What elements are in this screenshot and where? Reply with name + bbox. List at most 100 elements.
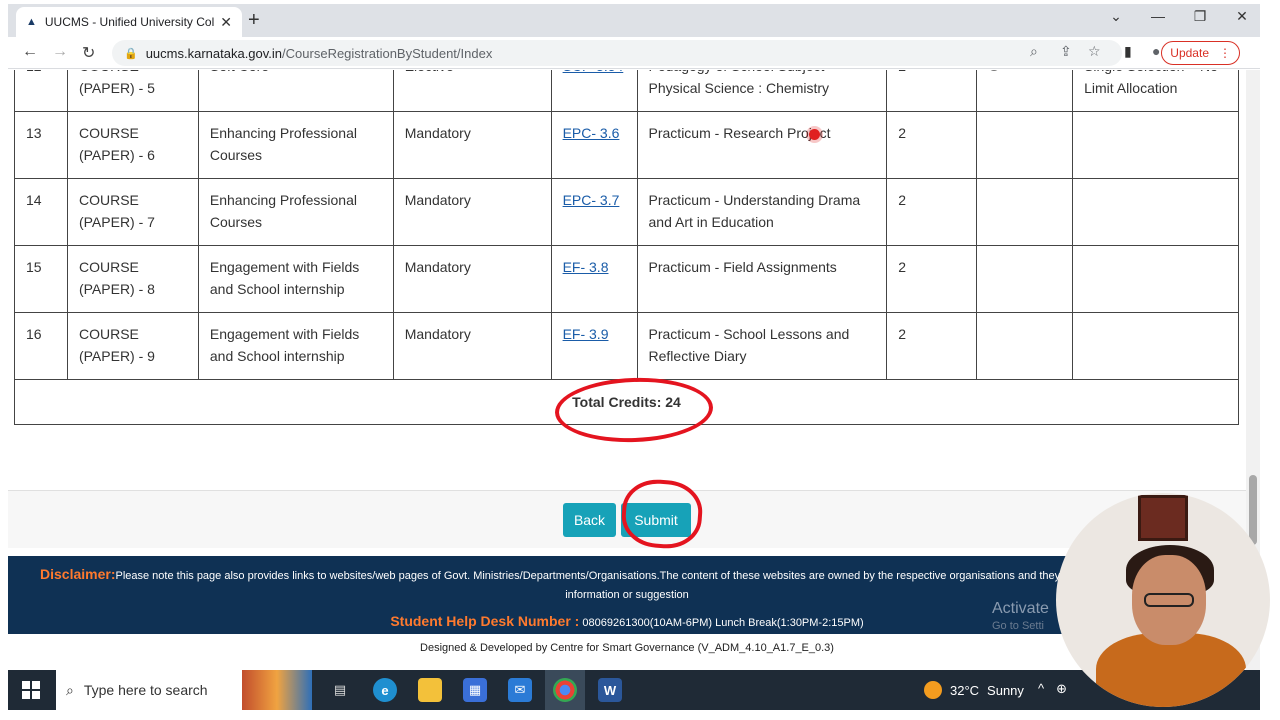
- word-icon[interactable]: W: [598, 678, 622, 702]
- bookmark-star-icon[interactable]: ☆: [1088, 43, 1101, 60]
- course-code-link[interactable]: EF- 3.8: [563, 259, 609, 275]
- browser-tab[interactable]: ▲ UUCMS - Unified University Colle ✕: [16, 7, 242, 37]
- row-credits: 2: [886, 70, 978, 112]
- tray-chevron-icon[interactable]: ^: [1038, 681, 1044, 697]
- task-view-icon[interactable]: ▤: [328, 678, 352, 702]
- footer-credit: Designed & Developed by Centre for Smart…: [420, 642, 834, 654]
- course-code-link[interactable]: EPC- 3.7: [563, 192, 620, 208]
- row-select: [976, 178, 1074, 246]
- row-course-title: Practicum - Research Project: [636, 111, 888, 179]
- course-row: 16 COURSE (PAPER) - 9 Engagement with Fiel…: [14, 312, 1239, 380]
- row-select: [976, 312, 1074, 380]
- helpdesk-label: Student Help Desk Number :: [390, 613, 580, 629]
- row-course-paper: COURSE (PAPER) - 5: [66, 70, 199, 112]
- sun-icon: [924, 681, 942, 699]
- row-category: Elective: [392, 70, 552, 112]
- row-course-type: Engagement with Fields and School intern…: [197, 312, 394, 380]
- row-course-title: Practicum - Understanding Drama and Art …: [636, 178, 888, 246]
- row-course-code: EPC- 3.7: [550, 178, 638, 246]
- file-explorer-icon[interactable]: [418, 678, 442, 702]
- kebab-menu-icon[interactable]: ⋮: [1219, 46, 1231, 60]
- windows-taskbar: ⌕ Type here to search ▤ e ▦ ✉ W 32°C Sun…: [8, 670, 1260, 710]
- row-remark: [1072, 178, 1239, 246]
- course-table: 12COURSE (PAPER) - 5Soft CoreElective SCP…: [14, 70, 1239, 425]
- helpdesk-value: 08069261300(10AM-6PM) Lunch Break(1:30PM…: [582, 617, 864, 629]
- row-category: Mandatory: [392, 245, 552, 313]
- update-button[interactable]: Update ⋮: [1161, 41, 1240, 65]
- row-category: Mandatory: [392, 178, 552, 246]
- row-course-code: EF- 3.8: [550, 245, 638, 313]
- lock-icon: 🔒: [124, 47, 138, 60]
- url-field[interactable]: 🔒 uucms.karnataka.gov.in/CourseRegistrat…: [112, 40, 1122, 66]
- side-panel-icon[interactable]: ▮: [1124, 43, 1132, 60]
- cursor-pointer-dot: [809, 129, 820, 140]
- row-serial: 16: [14, 312, 68, 380]
- row-course-title: Practicum - Field Assignments: [636, 245, 888, 313]
- row-credits: 2: [886, 245, 978, 313]
- update-label: Update: [1170, 46, 1209, 60]
- row-course-type: Soft Core: [197, 70, 394, 112]
- row-category: Mandatory: [392, 312, 552, 380]
- course-code-link[interactable]: EPC- 3.6: [563, 125, 620, 141]
- back-arrow-icon[interactable]: ←: [22, 43, 38, 61]
- wall-picture-frame: [1138, 495, 1188, 541]
- row-course-code: EPC- 3.6: [550, 111, 638, 179]
- windows-start-icon[interactable]: [22, 681, 40, 699]
- reload-icon[interactable]: ↻: [82, 43, 95, 63]
- scrollbar-thumb[interactable]: [1249, 475, 1257, 545]
- row-course-title: Pedagogy of School Subject - Physical Sc…: [636, 70, 888, 112]
- disclaimer-line: Disclaimer:Please note this page also pr…: [40, 566, 1072, 582]
- minimize-icon[interactable]: —: [1150, 8, 1166, 25]
- microsoft-store-icon[interactable]: ▦: [463, 678, 487, 702]
- tab-search-icon[interactable]: ⌄: [1108, 8, 1124, 25]
- activate-windows-watermark: Activate: [992, 600, 1049, 617]
- taskbar-search-placeholder: Type here to search: [83, 682, 208, 698]
- select-radio[interactable]: [988, 70, 1001, 71]
- mail-icon[interactable]: ✉: [508, 678, 532, 702]
- row-category: Mandatory: [392, 111, 552, 179]
- forward-arrow-icon[interactable]: →: [52, 43, 68, 61]
- profile-icon[interactable]: ●: [1152, 43, 1160, 59]
- course-code-link[interactable]: EF- 3.9: [563, 326, 609, 342]
- taskbar-search-box[interactable]: ⌕ Type here to search: [56, 670, 312, 710]
- network-icon[interactable]: ⊕: [1056, 681, 1067, 697]
- row-course-title: Practicum - School Lessons and Reflectiv…: [636, 312, 888, 380]
- address-bar: ← → ↻ 🔒 uucms.karnataka.gov.in/CourseReg…: [8, 37, 1260, 69]
- disclaimer-label: Disclaimer:: [40, 566, 116, 582]
- close-tab-icon[interactable]: ✕: [220, 14, 232, 31]
- row-serial: 12: [14, 70, 68, 112]
- row-remark: [1072, 245, 1239, 313]
- restore-icon[interactable]: ❐: [1192, 8, 1208, 25]
- system-tray: ^ ⊕: [1038, 681, 1067, 697]
- row-course-code: SCP-3.54: [550, 70, 638, 112]
- course-row: 15 COURSE (PAPER) - 8 Engagement with Fiel…: [14, 245, 1239, 313]
- back-button[interactable]: Back: [563, 503, 616, 537]
- chrome-browser-icon[interactable]: [553, 678, 577, 702]
- new-tab-icon[interactable]: +: [248, 9, 260, 32]
- tab-title: UUCMS - Unified University Colle: [44, 15, 215, 29]
- course-code-link[interactable]: SCP-3.54: [563, 70, 624, 74]
- row-select: [976, 245, 1074, 313]
- zoom-search-icon[interactable]: ⌕: [1030, 43, 1038, 60]
- url-host: uucms.karnataka.gov.in: [145, 45, 283, 61]
- row-course-paper: COURSE (PAPER) - 9: [66, 312, 199, 380]
- search-icon: ⌕: [66, 681, 74, 698]
- webcam-overlay: [1056, 493, 1270, 707]
- row-course-code: EF- 3.9: [550, 312, 638, 380]
- row-course-paper: COURSE (PAPER) - 6: [66, 111, 199, 179]
- course-row: 12COURSE (PAPER) - 5Soft CoreElective SCP…: [14, 70, 1239, 112]
- row-serial: 13: [14, 111, 68, 179]
- edge-browser-icon[interactable]: e: [373, 678, 397, 702]
- row-course-paper: COURSE (PAPER) - 7: [66, 178, 199, 246]
- row-course-paper: COURSE (PAPER) - 8: [66, 245, 199, 313]
- course-row: 13 COURSE (PAPER) - 6 Enhancing Profession…: [14, 111, 1239, 179]
- search-highlight-art: [242, 670, 312, 710]
- share-icon[interactable]: ⇪: [1060, 43, 1072, 60]
- activate-windows-hint: Go to Setti: [992, 620, 1044, 632]
- row-course-type: Enhancing Professional Courses: [197, 111, 394, 179]
- graduation-cap-icon: ▲: [26, 16, 37, 28]
- close-window-icon[interactable]: ✕: [1234, 8, 1250, 25]
- row-select: [976, 70, 1074, 112]
- weather-widget[interactable]: 32°C Sunny: [924, 681, 1024, 699]
- row-select: [976, 111, 1074, 179]
